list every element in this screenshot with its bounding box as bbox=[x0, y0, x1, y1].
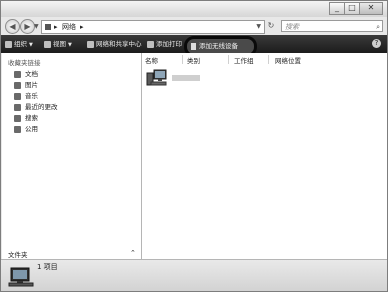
search-input[interactable]: 搜索 ⌕ bbox=[281, 20, 383, 32]
sidebar-item-searches[interactable]: 搜索 bbox=[14, 113, 38, 123]
item-count: 1 项目 bbox=[37, 263, 58, 271]
network-folder-icon bbox=[45, 24, 51, 30]
searches-icon bbox=[14, 114, 21, 122]
sidebar-item-documents[interactable]: 文档 bbox=[14, 69, 38, 79]
minimize-button[interactable]: _ bbox=[329, 2, 345, 15]
sidebar-item-public[interactable]: 公用 bbox=[14, 124, 38, 134]
column-header-category[interactable]: 类别 bbox=[187, 55, 200, 65]
network-center-button[interactable]: 网络和共享中心 bbox=[87, 35, 142, 53]
network-computer-icon[interactable] bbox=[146, 69, 168, 87]
help-icon[interactable]: ? bbox=[372, 39, 381, 48]
address-bar[interactable]: ▸ 网络 ▸ ▼ bbox=[41, 20, 265, 34]
column-header-name[interactable]: 名称 bbox=[145, 55, 158, 65]
details-pane: 1 项目 bbox=[1, 259, 387, 291]
organize-button[interactable]: 组织 ▼ bbox=[5, 35, 33, 53]
organize-icon bbox=[5, 40, 12, 48]
file-list: 名称 类别 工作组 网络位置 bbox=[142, 53, 387, 259]
title-bar: _ □ ✕ bbox=[1, 1, 387, 17]
search-icon[interactable]: ⌕ bbox=[376, 21, 380, 33]
forward-arrow-icon[interactable]: ▶ bbox=[20, 19, 35, 34]
column-header-network-location[interactable]: 网络位置 bbox=[275, 55, 301, 65]
close-button[interactable]: ✕ bbox=[359, 2, 383, 15]
favorite-links-heading: 收藏夹链接 bbox=[8, 59, 41, 67]
search-placeholder: 搜索 bbox=[285, 23, 299, 31]
breadcrumb-separator[interactable]: ▸ bbox=[80, 21, 84, 33]
breadcrumb-network[interactable]: 网络 bbox=[62, 21, 76, 33]
folders-heading[interactable]: 文件夹 bbox=[8, 249, 28, 259]
sidebar-item-pictures[interactable]: 图片 bbox=[14, 80, 38, 90]
wireless-device-icon bbox=[191, 42, 196, 50]
sidebar-item-recent-changes[interactable]: 最近的更改 bbox=[14, 102, 58, 112]
printer-icon bbox=[147, 40, 154, 48]
navigation-pane: 收藏夹链接 文档 图片 音乐 最近的更改 搜索 公用 文件夹 ⌃ bbox=[2, 53, 142, 259]
breadcrumb-separator[interactable]: ▸ bbox=[54, 21, 58, 33]
chevron-up-icon[interactable]: ⌃ bbox=[130, 249, 136, 257]
public-icon bbox=[14, 125, 21, 133]
address-dropdown-icon[interactable]: ▼ bbox=[256, 21, 261, 33]
pictures-icon bbox=[14, 81, 21, 89]
refresh-icon[interactable]: ↻ bbox=[265, 20, 277, 32]
recent-pages-dropdown[interactable]: ▼ bbox=[34, 23, 39, 30]
caption-buttons: _ □ ✕ bbox=[329, 2, 383, 15]
add-printer-button[interactable]: 添加打印 bbox=[147, 35, 182, 53]
column-header-workgroup[interactable]: 工作组 bbox=[234, 55, 254, 65]
back-arrow-icon[interactable]: ◀ bbox=[5, 19, 20, 34]
views-icon bbox=[44, 40, 51, 48]
sidebar-item-music[interactable]: 音乐 bbox=[14, 91, 38, 101]
address-area: ◀ ▶ ▼ ▸ 网络 ▸ ▼ ↻ 搜索 ⌕ bbox=[1, 17, 387, 35]
network-status-icon bbox=[8, 267, 34, 287]
recent-changes-icon bbox=[14, 103, 21, 111]
views-button[interactable]: 视图 ▼ bbox=[44, 35, 72, 53]
device-name-label[interactable] bbox=[172, 75, 200, 81]
network-center-icon bbox=[87, 40, 94, 48]
documents-icon bbox=[14, 70, 21, 78]
explorer-window: _ □ ✕ ◀ ▶ ▼ ▸ 网络 ▸ ▼ ↻ 搜索 ⌕ 组织 ▼ 视图 ▼ 网络和共… bbox=[0, 0, 388, 292]
maximize-button[interactable]: □ bbox=[344, 2, 360, 15]
music-icon bbox=[14, 92, 21, 100]
